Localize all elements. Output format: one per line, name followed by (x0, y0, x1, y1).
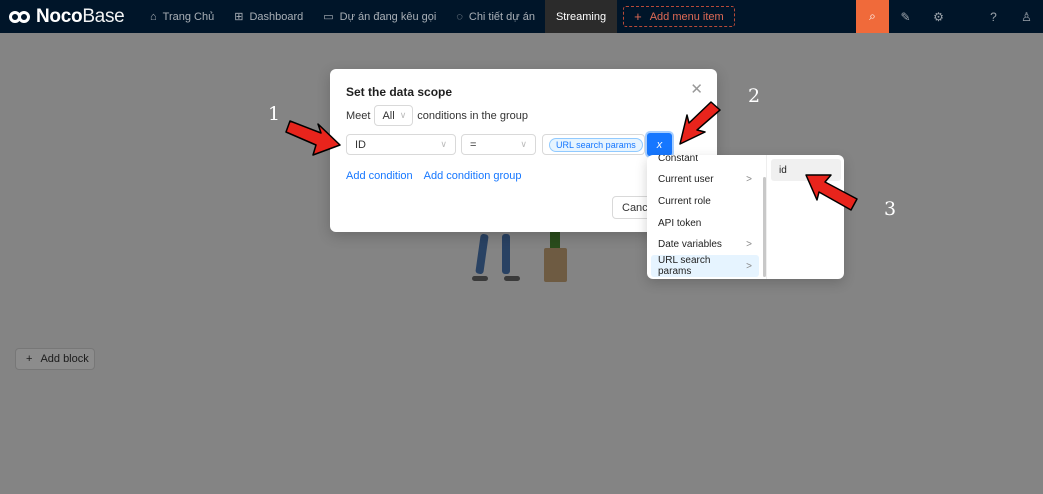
meet-suffix: conditions in the group (417, 109, 528, 122)
logic-group-row: Meet All ∨ conditions in the group (346, 105, 528, 126)
variable-picker-button[interactable]: x (647, 133, 672, 156)
operator-select[interactable]: = ∨ (461, 134, 536, 155)
header-tools: ⌕ ✎ ⚙ ? ♙ (856, 0, 1043, 33)
menu-item-label: Dự án đang kêu gọi (339, 10, 437, 23)
close-icon[interactable]: ✕ (690, 80, 703, 98)
option-label: Constant (658, 155, 699, 164)
modal-title: Set the data scope (346, 85, 453, 99)
option-label: API token (658, 217, 702, 229)
logo-text-thin: Base (82, 5, 125, 27)
cascader-option-date-variables[interactable]: Date variables > (651, 233, 759, 255)
menu-item-dashboard[interactable]: ⊞ Dashboard (224, 0, 313, 33)
menu-item-chi-tiet-du-an[interactable]: ◌ Chi tiết dự án (446, 0, 545, 33)
shield-icon: ◌ (456, 10, 463, 23)
chevron-right-icon: > (746, 260, 752, 272)
cascader-option-current-user[interactable]: Current user > (651, 168, 759, 190)
menu-item-label: Chi tiết dự án (468, 10, 535, 23)
chevron-down-icon: ∨ (520, 139, 527, 149)
variable-tag: URL search params (549, 137, 643, 152)
main-menu: ⌂ Trang Chủ ⊞ Dashboard ▭ Dự án đang kêu… (140, 0, 735, 33)
add-condition-link[interactable]: Add condition (346, 170, 413, 182)
chevron-down-icon: ∨ (399, 110, 407, 120)
variable-cascader-dropdown: Constant Current user > Current role API… (647, 155, 844, 279)
field-select-value: ID (355, 138, 366, 151)
message-icon: ▭ (323, 11, 334, 23)
add-menu-item-label: Add menu item (649, 10, 724, 23)
option-label: URL search params (658, 255, 711, 277)
value-input[interactable]: URL search params (542, 134, 645, 155)
cascader-option-current-role[interactable]: Current role (651, 190, 759, 212)
cascader-option-url-search-params[interactable]: URL search params > (651, 255, 759, 277)
cascader-column-variables: Constant Current user > Current role API… (651, 155, 763, 279)
cascader-option-id[interactable]: id (771, 159, 841, 181)
chevron-right-icon: > (746, 173, 752, 185)
add-condition-group-link[interactable]: Add condition group (424, 170, 522, 182)
user-icon[interactable]: ♙ (1010, 0, 1043, 33)
chevron-down-icon: ∨ (440, 139, 447, 149)
chevron-right-icon: > (746, 238, 752, 250)
menu-item-streaming[interactable]: Streaming (544, 0, 618, 33)
settings-icon[interactable]: ⚙ (922, 0, 955, 33)
nocobase-logo[interactable]: Noco Base (0, 0, 140, 33)
option-label: Current user (658, 173, 714, 185)
option-label: Date variables (658, 238, 722, 250)
plugin-icon[interactable]: ✎ (889, 0, 922, 33)
logic-select-value: All (382, 109, 395, 122)
menu-item-label: Streaming (555, 10, 607, 23)
option-label: Current role (658, 195, 711, 207)
menu-item-trang-chu[interactable]: ⌂ Trang Chủ (140, 0, 224, 33)
annotation-number-2: 2 (748, 85, 761, 107)
cascader-option-api-token[interactable]: API token (651, 212, 759, 234)
add-menu-item-button[interactable]: + Add menu item (623, 6, 735, 27)
cascader-column-params: id (766, 155, 844, 279)
add-links: Add condition Add condition group (346, 170, 533, 182)
bank-icon: ⌂ (150, 10, 157, 23)
annotation-number-3: 3 (884, 198, 897, 220)
menu-item-label: Dashboard (249, 10, 304, 23)
logic-select[interactable]: All ∨ (374, 105, 414, 126)
field-select[interactable]: ID ∨ (346, 134, 456, 155)
logo-mark-icon (9, 10, 31, 23)
top-navigation-bar: Noco Base ⌂ Trang Chủ ⊞ Dashboard ▭ Dự án… (0, 0, 1043, 33)
cascader-option-constant[interactable]: Constant (651, 155, 759, 169)
logo-text-bold: Noco (36, 5, 83, 27)
help-icon[interactable]: ? (977, 0, 1010, 33)
operator-select-value: = (470, 138, 477, 151)
option-label: id (779, 164, 787, 176)
highlighter-icon[interactable]: ⌕ (856, 0, 889, 33)
tool-spacer (955, 0, 977, 33)
condition-row: ID ∨ = ∨ URL search params x (346, 133, 672, 156)
meet-prefix: Meet (346, 109, 371, 122)
plus-icon: + (634, 9, 642, 24)
dashboard-icon: ⊞ (234, 11, 244, 23)
annotation-number-1: 1 (268, 103, 281, 125)
menu-item-label: Trang Chủ (162, 10, 215, 23)
menu-item-du-an-dang-keu-goi[interactable]: ▭ Dự án đang kêu gọi (313, 0, 446, 33)
